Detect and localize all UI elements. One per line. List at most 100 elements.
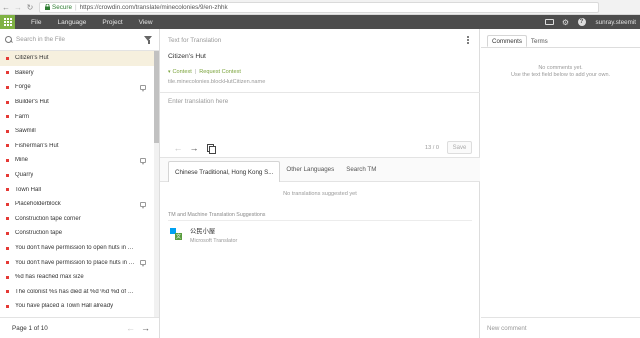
forward-button[interactable]: → xyxy=(12,1,24,13)
list-item[interactable]: %d has reached max size xyxy=(0,270,154,285)
character-count: 13 / 0 xyxy=(425,144,439,151)
list-item[interactable]: Construction tape xyxy=(0,226,154,241)
menu-language[interactable]: Language xyxy=(57,19,86,26)
chevron-down-icon: ▾ xyxy=(168,69,171,75)
list-item[interactable]: You have placed a Town Hall already xyxy=(0,299,154,314)
list-item-label: Placeholderblock xyxy=(15,201,61,208)
more-options-icon[interactable] xyxy=(467,36,469,44)
tab-comments[interactable]: Comments xyxy=(487,35,527,47)
list-item[interactable]: Quarry xyxy=(0,168,154,183)
undo-button[interactable]: ← xyxy=(170,141,186,155)
user-menu[interactable]: sunray.steemit xyxy=(596,19,636,26)
untranslated-status-icon xyxy=(6,129,9,133)
list-item-label: Construction tape xyxy=(15,230,63,237)
untranslated-status-icon xyxy=(6,173,9,177)
list-item[interactable]: The colonist %s has died at %d %d %d of … xyxy=(0,285,154,300)
save-button[interactable]: Save xyxy=(447,141,472,154)
untranslated-status-icon xyxy=(6,71,9,75)
divider xyxy=(160,92,480,93)
list-item[interactable]: You don't have permission to open huts i… xyxy=(0,241,154,256)
list-item[interactable]: Builder's Hut xyxy=(0,95,154,110)
mt-suggestion[interactable]: 文 公民小屋 Microsoft Translator xyxy=(170,226,237,244)
menu-project[interactable]: Project xyxy=(102,19,122,26)
list-item-label: Mine xyxy=(15,157,29,164)
apps-grid-button[interactable] xyxy=(0,15,15,29)
next-page-button[interactable]: → xyxy=(140,323,151,333)
list-item-label: Bakery xyxy=(15,69,34,76)
untranslated-status-icon xyxy=(6,290,9,294)
comment-icon xyxy=(140,157,146,165)
list-item[interactable]: Sawmill xyxy=(0,124,154,139)
comment-icon xyxy=(140,84,146,92)
tab-target-language[interactable]: Chinese Traditional, Hong Kong S... xyxy=(168,161,281,182)
mt-translation-text: 公民小屋 xyxy=(190,228,216,235)
string-list: Citizen's Hut Bakery Forge Builder's Hut Far… xyxy=(0,51,154,317)
search-bar xyxy=(0,29,159,51)
string-list-scrollbar[interactable] xyxy=(154,51,159,317)
list-item-label: The colonist %s has died at %d %d %d of … xyxy=(15,288,137,295)
divider xyxy=(481,47,640,48)
address-bar[interactable]: Secure | https://crowdin.com/translate/m… xyxy=(39,1,599,13)
list-item-label: Sawmill xyxy=(15,128,36,135)
microsoft-translator-icon: 文 xyxy=(170,228,182,240)
menu-view[interactable]: View xyxy=(139,19,153,26)
context-toggle[interactable]: Context xyxy=(173,69,192,75)
url-text: https://crowdin.com/translate/minecoloni… xyxy=(79,3,228,11)
editor-header: Text for Translation xyxy=(160,29,479,51)
list-item-label: You have placed a Town Hall already xyxy=(15,303,114,310)
tab-other-languages[interactable]: Other Languages xyxy=(280,158,340,181)
filter-icon[interactable] xyxy=(144,35,153,44)
gear-icon: ⚙ xyxy=(561,17,570,27)
request-context-link[interactable]: Request Context xyxy=(199,69,241,75)
untranslated-status-icon xyxy=(6,202,9,206)
list-item[interactable]: Bakery xyxy=(0,66,154,81)
list-item[interactable]: Town Hall xyxy=(0,182,154,197)
source-string: Citizen's Hut xyxy=(168,53,206,60)
tab-search-tm[interactable]: Search TM xyxy=(340,158,382,181)
translation-input[interactable] xyxy=(168,98,468,138)
scrollbar-thumb[interactable] xyxy=(154,51,159,143)
new-comment-input[interactable] xyxy=(487,324,627,332)
translation-editor: Text for Translation Citizen's Hut ▾ Con… xyxy=(160,29,480,338)
list-item-label: Farm xyxy=(15,113,29,120)
mt-provider-label: Microsoft Translator xyxy=(190,238,238,244)
settings-button[interactable]: ⚙ xyxy=(558,15,574,29)
list-item[interactable]: Citizen's Hut xyxy=(0,51,154,66)
copy-source-button[interactable] xyxy=(202,141,218,155)
reload-button[interactable]: ↻ xyxy=(24,1,36,13)
untranslated-status-icon xyxy=(6,115,9,119)
list-item[interactable]: Forge xyxy=(0,80,154,95)
menu-file[interactable]: File xyxy=(31,19,41,26)
list-item[interactable]: Placeholderblock xyxy=(0,197,154,212)
list-item[interactable]: Farm xyxy=(0,109,154,124)
previous-page-button[interactable]: ← xyxy=(125,323,136,333)
help-button[interactable]: ? xyxy=(574,15,590,29)
untranslated-status-icon xyxy=(6,100,9,104)
no-suggestions-message: No translations suggested yet xyxy=(283,191,357,197)
untranslated-status-icon xyxy=(6,144,9,148)
help-icon: ? xyxy=(577,18,586,26)
untranslated-status-icon xyxy=(6,246,9,250)
context-row: ▾ Context | Request Context xyxy=(168,69,241,75)
untranslated-status-icon xyxy=(6,275,9,279)
list-item[interactable]: You don't have permission to place huts … xyxy=(0,255,154,270)
lock-icon xyxy=(44,4,50,10)
list-item[interactable]: Construction tape corner xyxy=(0,212,154,227)
strings-panel: Citizen's Hut Bakery Forge Builder's Hut Far… xyxy=(0,29,160,338)
list-item-label: Builder's Hut xyxy=(15,99,49,106)
untranslated-status-icon xyxy=(6,231,9,235)
keyboard-shortcuts-button[interactable] xyxy=(542,15,558,29)
untranslated-status-icon xyxy=(6,217,9,221)
list-item[interactable]: Fisherman's Hut xyxy=(0,139,154,154)
reload-icon: ↻ xyxy=(26,2,34,12)
editor-header-label: Text for Translation xyxy=(168,36,222,44)
browser-toolbar: ← → ↻ Secure | https://crowdin.com/trans… xyxy=(0,0,640,15)
back-button[interactable]: ← xyxy=(0,1,12,13)
untranslated-status-icon xyxy=(6,261,9,265)
search-input[interactable] xyxy=(16,36,136,43)
untranslated-status-icon xyxy=(6,304,9,308)
no-comments-message: No comments yet. Use the text field belo… xyxy=(481,65,640,79)
tab-terms[interactable]: Terms xyxy=(527,35,552,47)
redo-button[interactable]: → xyxy=(186,141,202,155)
list-item[interactable]: Mine xyxy=(0,153,154,168)
